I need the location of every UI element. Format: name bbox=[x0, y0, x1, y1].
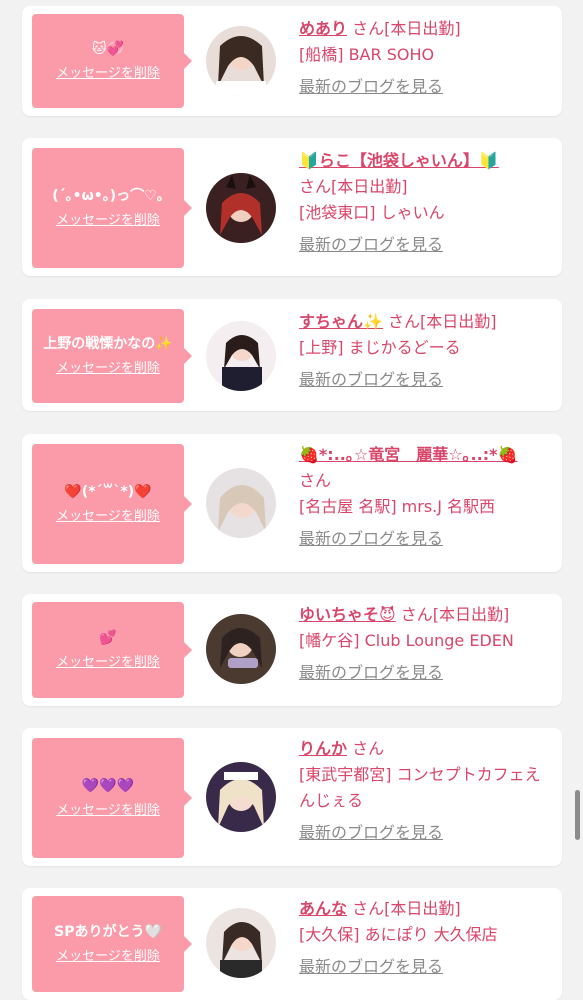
message-text: (´｡•ω•｡)っ⌒♡｡ bbox=[52, 188, 164, 204]
avatar[interactable] bbox=[206, 26, 276, 96]
avatar[interactable] bbox=[206, 908, 276, 978]
delete-message-link[interactable]: メッセージを削除 bbox=[56, 508, 160, 526]
delete-message-link[interactable]: メッセージを削除 bbox=[56, 654, 160, 672]
shop-name: [上野] まじかるどーる bbox=[299, 338, 461, 357]
cast-name-link[interactable]: めあり bbox=[299, 19, 347, 38]
list-item: (´｡•ω•｡)っ⌒♡｡ メッセージを削除 🔰らこ【池袋しゃいん】🔰 さん[本日… bbox=[22, 138, 562, 276]
list-item: 💕 メッセージを削除 ゆいちゃそ😈 さん[本日出勤] [幡ケ谷] Club Lo… bbox=[22, 594, 562, 706]
avatar[interactable] bbox=[206, 614, 276, 684]
delete-message-link[interactable]: メッセージを削除 bbox=[56, 948, 160, 966]
shop-name: [大久保] あにぽり 大久保店 bbox=[299, 925, 498, 944]
cast-status: さん[本日出勤] bbox=[299, 177, 408, 196]
list-item: SPありがとう🤍 メッセージを削除 あんな さん[本日出勤] [大久保] あにぽ… bbox=[22, 888, 562, 1000]
cast-status: さん bbox=[299, 471, 332, 490]
cast-name-link[interactable]: あんな bbox=[299, 899, 347, 918]
message-bubble: ❤️(*´꒳`*)❤️ メッセージを削除 bbox=[32, 444, 192, 564]
message-bubble: 💜💜💜 メッセージを削除 bbox=[32, 738, 192, 858]
message-text: 上野の戦慄かなの✨ bbox=[43, 336, 173, 352]
message-text: 💕 bbox=[99, 630, 117, 646]
cast-info: あんな さん[本日出勤] [大久保] あにぽり 大久保店 最新のブログを見る bbox=[299, 896, 551, 980]
message-text: SPありがとう🤍 bbox=[54, 924, 162, 940]
latest-blog-link[interactable]: 最新のブログを見る bbox=[299, 232, 443, 258]
scrollbar[interactable] bbox=[575, 790, 580, 840]
shop-name: [池袋東口] しゃいん bbox=[299, 203, 445, 222]
latest-blog-link[interactable]: 最新のブログを見る bbox=[299, 820, 443, 846]
cast-info: りんか さん [東武宇都宮] コンセプトカフェえんじぇる 最新のブログを見る bbox=[299, 736, 551, 846]
cast-name-link[interactable]: ゆいちゃそ😈 bbox=[299, 605, 396, 624]
avatar[interactable] bbox=[206, 173, 276, 243]
message-bubble: 🐱💞 メッセージを削除 bbox=[32, 14, 192, 108]
avatar[interactable] bbox=[206, 468, 276, 538]
cast-info: ゆいちゃそ😈 さん[本日出勤] [幡ケ谷] Club Lounge EDEN 最… bbox=[299, 602, 551, 686]
cast-info: 🍓*:..｡☆竜宮 麗華☆｡..:*🍓 さん [名古屋 名駅] mrs.J 名駅… bbox=[299, 442, 551, 552]
shop-name: [名古屋 名駅] mrs.J 名駅西 bbox=[299, 497, 496, 516]
cast-name-link[interactable]: りんか bbox=[299, 739, 347, 758]
cast-status: さん[本日出勤] bbox=[388, 312, 497, 331]
latest-blog-link[interactable]: 最新のブログを見る bbox=[299, 367, 443, 393]
delete-message-link[interactable]: メッセージを削除 bbox=[56, 360, 160, 378]
message-bubble: 💕 メッセージを削除 bbox=[32, 602, 192, 698]
message-bubble: 上野の戦慄かなの✨ メッセージを削除 bbox=[32, 309, 192, 403]
delete-message-link[interactable]: メッセージを削除 bbox=[56, 802, 160, 820]
message-text: ❤️(*´꒳`*)❤️ bbox=[64, 484, 152, 500]
latest-blog-link[interactable]: 最新のブログを見る bbox=[299, 660, 443, 686]
cast-name-link[interactable]: すちゃん✨ bbox=[299, 312, 383, 331]
message-text: 🐱💞 bbox=[91, 41, 125, 57]
cast-status: さん[本日出勤] bbox=[352, 19, 461, 38]
delete-message-link[interactable]: メッセージを削除 bbox=[56, 65, 160, 83]
cast-info: めあり さん[本日出勤] [船橋] BAR SOHO 最新のブログを見る bbox=[299, 16, 551, 100]
message-bubble: (´｡•ω•｡)っ⌒♡｡ メッセージを削除 bbox=[32, 148, 192, 268]
message-bubble: SPありがとう🤍 メッセージを削除 bbox=[32, 896, 192, 992]
delete-message-link[interactable]: メッセージを削除 bbox=[56, 212, 160, 230]
cast-name-link[interactable]: 🔰らこ【池袋しゃいん】🔰 bbox=[299, 151, 499, 170]
latest-blog-link[interactable]: 最新のブログを見る bbox=[299, 74, 443, 100]
avatar[interactable] bbox=[206, 762, 276, 832]
list-item: 🐱💞 メッセージを削除 めあり さん[本日出勤] [船橋] BAR SOHO 最… bbox=[22, 6, 562, 116]
message-text: 💜💜💜 bbox=[81, 778, 135, 794]
list-item: 💜💜💜 メッセージを削除 りんか さん [東武宇都宮] コンセプトカフェえんじぇ… bbox=[22, 728, 562, 866]
cast-status: さん bbox=[352, 739, 385, 758]
list-item: 上野の戦慄かなの✨ メッセージを削除 すちゃん✨ さん[本日出勤] [上野] ま… bbox=[22, 299, 562, 411]
list-item: ❤️(*´꒳`*)❤️ メッセージを削除 🍓*:..｡☆竜宮 麗華☆｡..:*🍓… bbox=[22, 434, 562, 572]
cast-info: 🔰らこ【池袋しゃいん】🔰 さん[本日出勤] [池袋東口] しゃいん 最新のブログ… bbox=[299, 148, 551, 258]
shop-name: [東武宇都宮] コンセプトカフェえんじぇる bbox=[299, 765, 541, 810]
cast-status: さん[本日出勤] bbox=[400, 605, 510, 624]
cast-info: すちゃん✨ さん[本日出勤] [上野] まじかるどーる 最新のブログを見る bbox=[299, 309, 551, 393]
latest-blog-link[interactable]: 最新のブログを見る bbox=[299, 526, 443, 552]
cast-name-link[interactable]: 🍓*:..｡☆竜宮 麗華☆｡..:*🍓 bbox=[299, 445, 517, 464]
shop-name: [船橋] BAR SOHO bbox=[299, 45, 435, 64]
cast-status: さん[本日出勤] bbox=[352, 899, 461, 918]
shop-name: [幡ケ谷] Club Lounge EDEN bbox=[299, 631, 514, 650]
avatar[interactable] bbox=[206, 321, 276, 391]
latest-blog-link[interactable]: 最新のブログを見る bbox=[299, 954, 443, 980]
